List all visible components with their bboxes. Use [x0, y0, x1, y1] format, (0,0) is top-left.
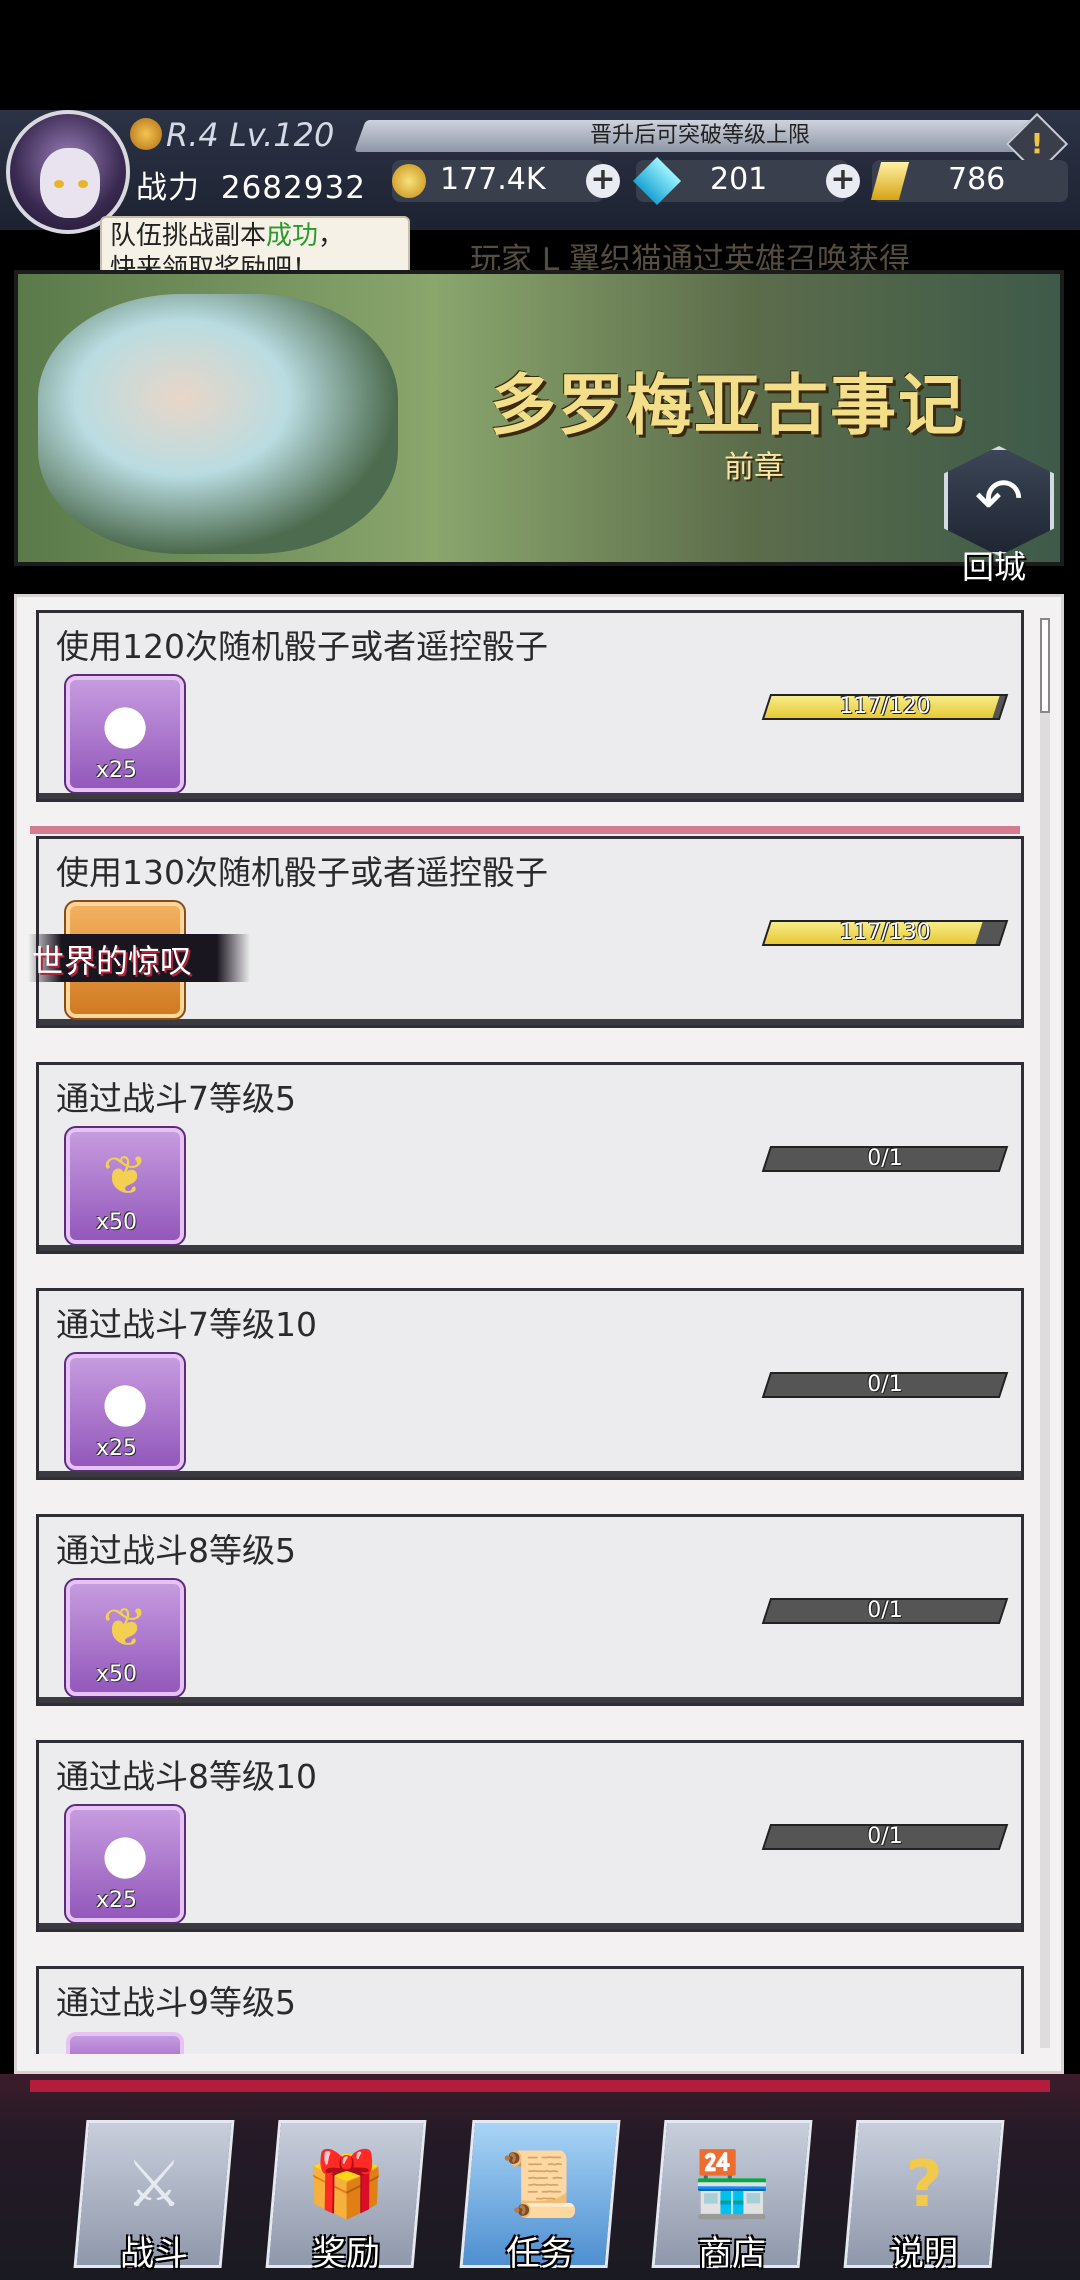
quest-title: 使用130次随机骰子或者遥控骰子	[56, 853, 548, 892]
back-arrow-icon[interactable]: ↶	[944, 454, 1054, 544]
return-town-label[interactable]: 回城	[962, 542, 1026, 588]
reward-quantity: x25	[96, 758, 138, 783]
dice-charm-icon: ●	[101, 692, 149, 755]
card-divider	[30, 826, 1020, 834]
quest-title: 使用120次随机骰子或者遥控骰子	[56, 627, 548, 666]
scrollbar-track[interactable]	[1040, 618, 1050, 2048]
quest-title: 通过战斗8等级5	[56, 1531, 296, 1570]
quest-title: 通过战斗7等级5	[56, 1079, 296, 1118]
question-icon: ?	[905, 2148, 943, 2222]
quest-progress-text: 0/1	[867, 1598, 903, 1623]
power-value: 2682932	[220, 170, 366, 206]
nav-reward-label[interactable]: 奖励	[272, 2226, 420, 2275]
quest-title: 通过战斗7等级10	[56, 1305, 317, 1344]
reward-quantity: x25	[96, 1436, 138, 1461]
power-label: 战力	[136, 170, 200, 206]
nav-help-label[interactable]: 说明	[850, 2226, 998, 2275]
quest-progress-text: 117/120	[839, 694, 931, 719]
combat-power: 战力 2682932	[136, 162, 366, 207]
gold-coin-icon	[392, 164, 426, 198]
event-title: 多罗梅亚古事记	[490, 366, 966, 444]
quest-title: 通过战斗9等级5	[56, 1983, 296, 2022]
archer-character-art	[38, 294, 398, 554]
nav-battle-label[interactable]: 战斗	[80, 2226, 228, 2275]
crossed-swords-icon: ⚔	[125, 2148, 183, 2222]
dice-charm-icon: ●	[101, 1822, 149, 1885]
success-text: 成功	[266, 221, 319, 251]
quest-title: 通过战斗8等级10	[56, 1757, 317, 1796]
reward-quantity: x50	[96, 1210, 138, 1235]
gift-box-icon: 🎁	[306, 2148, 386, 2222]
quest-progress-text: 117/130	[839, 920, 931, 945]
quest-progress-text: 0/1	[867, 1146, 903, 1171]
reward-quantity: x50	[96, 1662, 138, 1687]
shop-icon: 🏪	[692, 2148, 772, 2222]
add-gem-button[interactable]: +	[826, 164, 860, 198]
title-badge-text: 世界的惊叹	[32, 942, 193, 980]
nav-quest-label[interactable]: 任务	[466, 2226, 614, 2275]
scrollbar-thumb[interactable]	[1040, 618, 1050, 713]
add-gold-button[interactable]: +	[586, 164, 620, 198]
crystal-amount: 786	[948, 162, 1006, 197]
gem-amount: 201	[710, 162, 768, 197]
wheat-icon: ❦	[102, 1596, 148, 1659]
event-subtitle: 前章	[724, 450, 784, 485]
quest-progress-text: 0/1	[867, 1824, 903, 1849]
quest-progress-text: 0/1	[867, 1372, 903, 1397]
nav-shop-label[interactable]: 商店	[658, 2226, 806, 2275]
nav-accent-line	[30, 2080, 1050, 2092]
notice-text: 晋升后可突破等级上限	[589, 123, 810, 148]
gold-amount: 177.4K	[440, 162, 546, 197]
wheat-icon: ❦	[102, 1144, 148, 1207]
reward-quantity: x25	[96, 1888, 138, 1913]
rank-badge-icon	[130, 118, 162, 150]
dice-charm-icon: ●	[101, 1370, 149, 1433]
reward-item-slot[interactable]	[66, 2032, 184, 2054]
scroll-icon: 📜	[500, 2148, 580, 2222]
